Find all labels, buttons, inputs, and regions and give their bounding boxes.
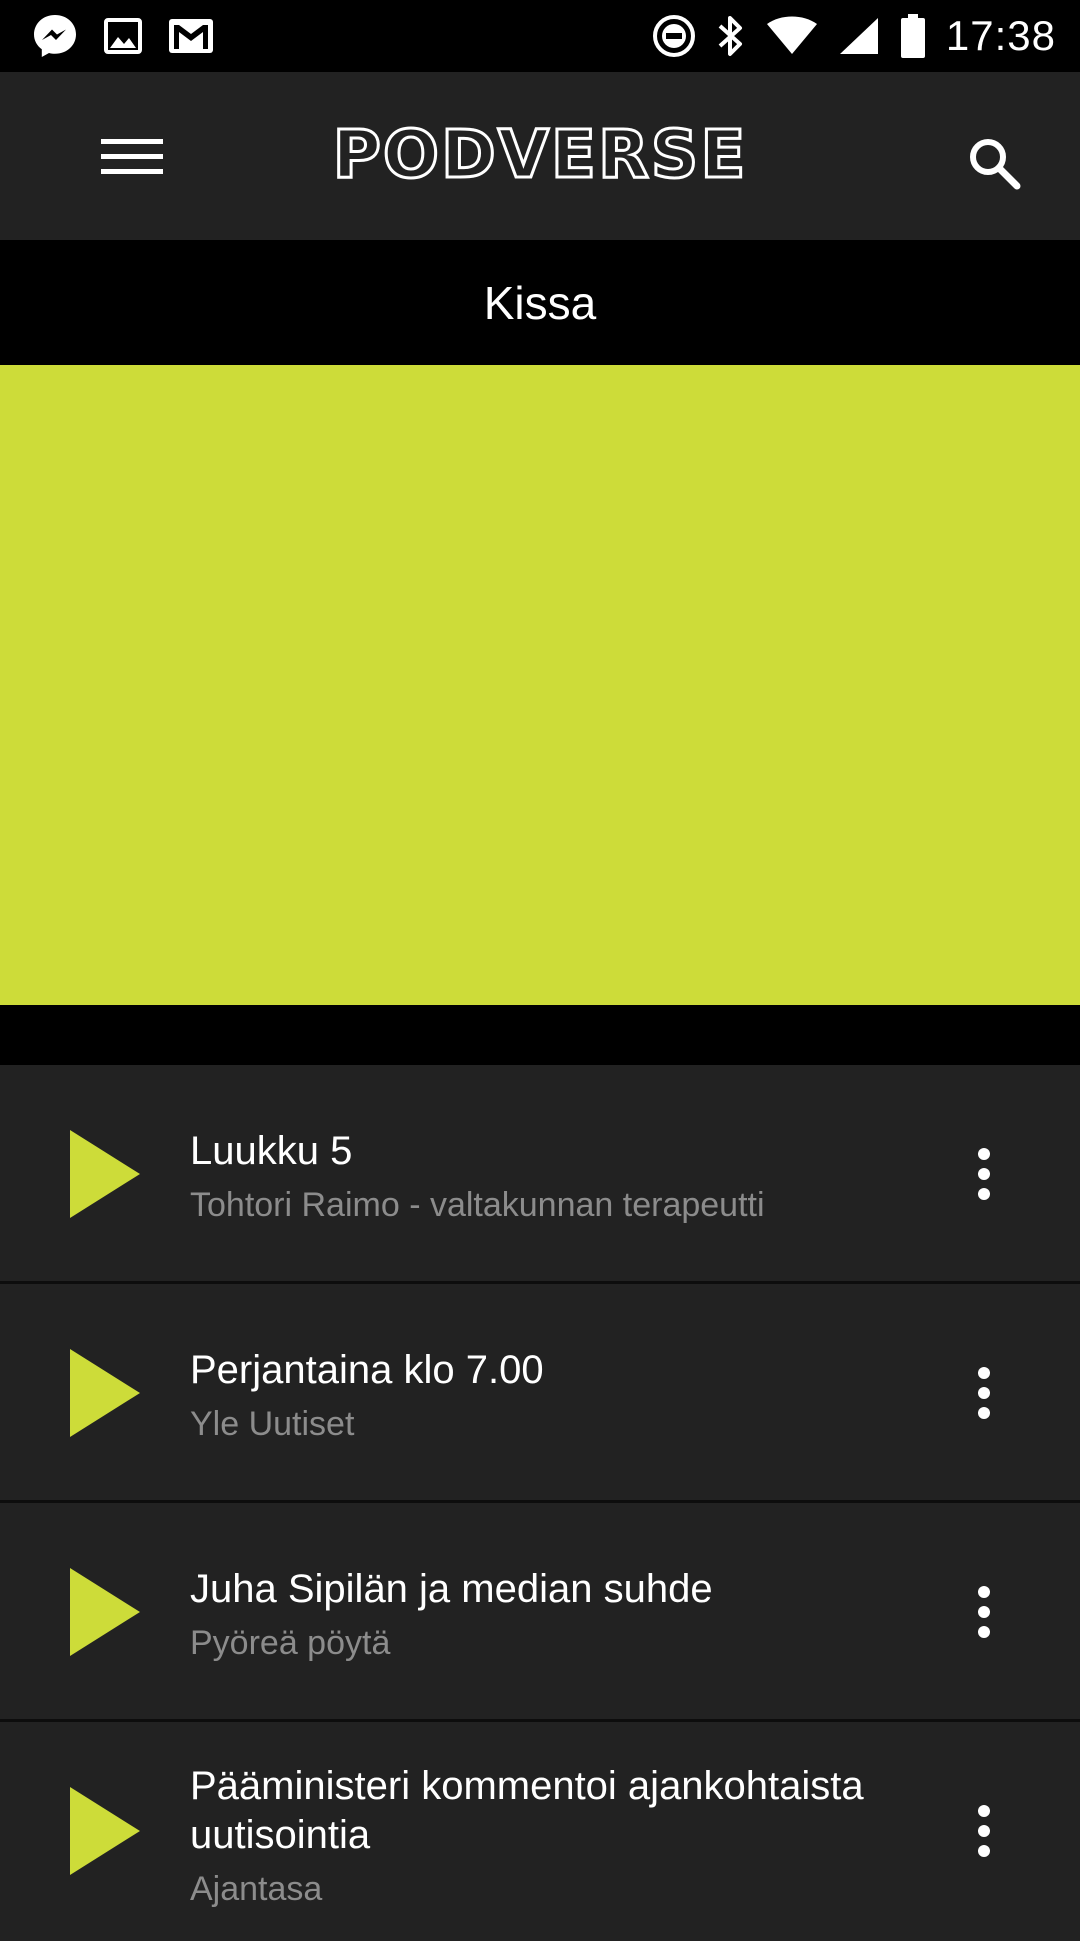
battery-icon [900, 13, 926, 59]
search-icon[interactable] [958, 127, 1030, 199]
more-options-icon[interactable] [960, 1791, 1008, 1871]
clock: 17:38 [945, 12, 1056, 59]
status-bar: 17:38 [0, 0, 1080, 72]
messenger-icon [32, 13, 78, 59]
episode-title: Pääministeri kommentoi ajankohtaista uut… [190, 1764, 864, 1857]
more-options-icon[interactable] [960, 1353, 1008, 1433]
page-title: Kissa [483, 276, 597, 329]
podcast-artwork [0, 365, 1080, 1005]
play-icon[interactable] [70, 1787, 140, 1875]
episode-podcast: Tohtori Raimo - valtakunnan terapeutti [190, 1186, 765, 1224]
episode-row[interactable]: Luukku 5 Tohtori Raimo - valtakunnan ter… [0, 1065, 1080, 1284]
more-options-icon[interactable] [960, 1134, 1008, 1214]
play-icon[interactable] [70, 1349, 140, 1437]
cell-signal-icon [838, 16, 880, 56]
app-bar: PODVERSE [0, 72, 1080, 240]
episode-row[interactable]: Juha Sipilän ja median suhde Pyöreä pöyt… [0, 1503, 1080, 1722]
image-icon [104, 18, 142, 54]
episode-title: Luukku 5 [190, 1129, 353, 1173]
episode-row[interactable]: Pääministeri kommentoi ajankohtaista uut… [0, 1722, 1080, 1941]
episode-podcast: Yle Uutiset [190, 1405, 355, 1443]
do-not-disturb-icon [652, 14, 696, 58]
wifi-icon [766, 16, 818, 56]
gmail-icon [168, 18, 214, 54]
episode-podcast: Ajantasa [190, 1870, 323, 1908]
more-options-icon[interactable] [960, 1572, 1008, 1652]
episode-row[interactable]: Perjantaina klo 7.00 Yle Uutiset [0, 1284, 1080, 1503]
episode-list: Luukku 5 Tohtori Raimo - valtakunnan ter… [0, 1065, 1080, 1941]
bluetooth-icon [716, 14, 746, 58]
episode-podcast: Pyöreä pöytä [190, 1624, 391, 1662]
play-icon[interactable] [70, 1130, 140, 1218]
podcast-title-bar: Kissa [0, 240, 1080, 365]
podverse-logo: PODVERSE [331, 115, 748, 195]
play-icon[interactable] [70, 1568, 140, 1656]
episode-title: Juha Sipilän ja median suhde [190, 1567, 713, 1611]
episode-title: Perjantaina klo 7.00 [190, 1348, 544, 1392]
divider [0, 1005, 1080, 1065]
